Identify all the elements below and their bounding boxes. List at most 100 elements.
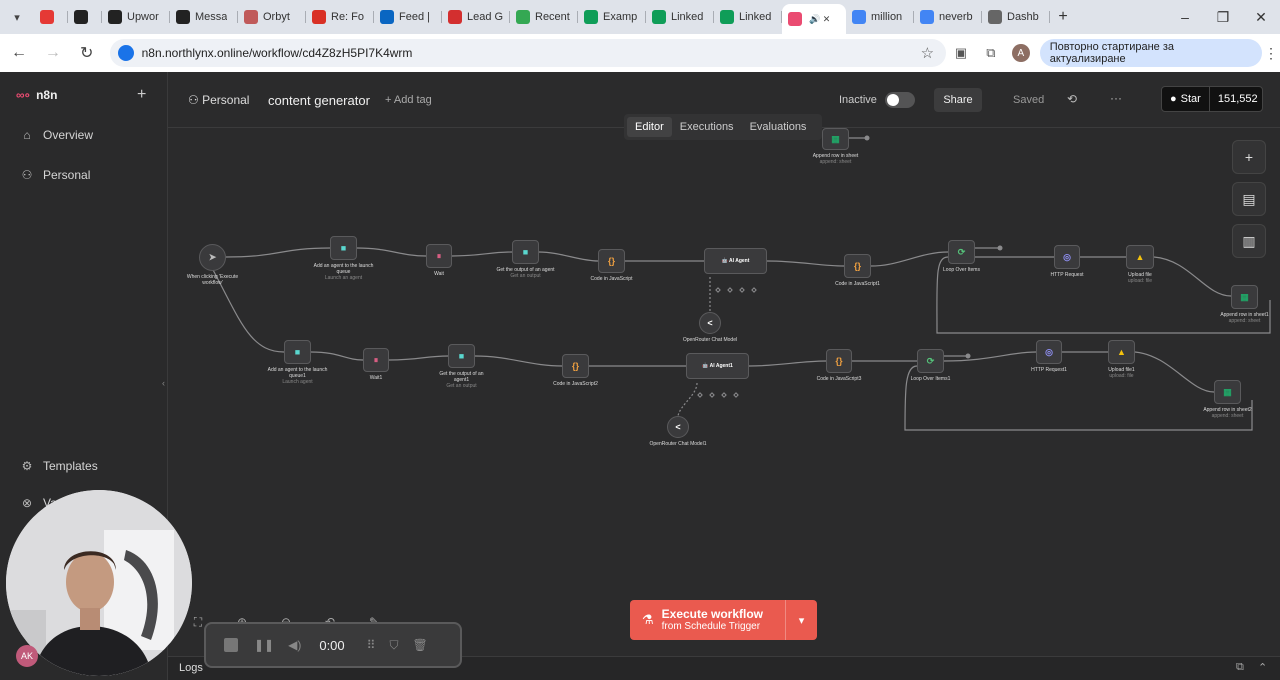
- node-code-a2[interactable]: {}: [844, 254, 871, 278]
- screen-recorder-bar: ❚❚ ◀) 0:00 ⠿ ⛉ 🗑: [204, 622, 462, 668]
- node-label: Append row in sheet2 append: sheet: [1198, 407, 1258, 419]
- node-code-a[interactable]: {}: [598, 249, 625, 273]
- node-label: Wait1: [346, 375, 406, 381]
- node-get-b[interactable]: ■: [448, 344, 475, 368]
- node-label: Get the output of an agent1 Get an output: [432, 371, 492, 389]
- node-trigger[interactable]: ➤: [199, 244, 226, 271]
- add-node-plus-icon[interactable]: +: [1232, 140, 1266, 174]
- node-code-b2[interactable]: {}: [826, 349, 852, 373]
- connection: [677, 382, 698, 417]
- expand-icon[interactable]: ⌃: [1258, 661, 1267, 674]
- node-label: Code in JavaScript2: [546, 381, 606, 387]
- panel-toggle-icon[interactable]: ▥: [1232, 224, 1266, 258]
- node-append-a[interactable]: ▦: [1231, 285, 1258, 309]
- node-subtitle: Get an output: [446, 383, 477, 389]
- node-upload-a[interactable]: ▲: [1126, 245, 1154, 269]
- node-title: OpenRouter Chat Model1: [649, 441, 707, 447]
- node-subtitle: append: sheet: [1228, 318, 1261, 324]
- node-ai-b[interactable]: 🤖 AI Agent1: [686, 353, 749, 379]
- agent-icon: ■: [340, 243, 347, 253]
- sheets-icon: ▦: [1240, 291, 1249, 302]
- node-code-b[interactable]: {}: [562, 354, 589, 378]
- node-loop-a[interactable]: ⟳: [948, 240, 975, 264]
- node-subtitle: Get an output: [510, 273, 541, 279]
- logs-label: Logs: [179, 662, 203, 674]
- node-loop-b[interactable]: ⟳: [917, 349, 944, 373]
- pause-icon[interactable]: ❚❚: [254, 638, 274, 652]
- node-title: HTTP Request: [1050, 272, 1084, 278]
- stop-recording-icon[interactable]: [224, 638, 238, 652]
- ai-agent-icon: 🤖 AI Agent1: [702, 363, 733, 369]
- connection: [766, 260, 845, 267]
- node-subtitle: append: sheet: [1211, 413, 1244, 419]
- pause-icon: ⏸: [436, 250, 442, 261]
- node-title: OpenRouter Chat Model: [682, 337, 738, 343]
- node-wait-a[interactable]: ⏸: [426, 244, 452, 268]
- node-title: HTTP Request1: [1031, 367, 1067, 373]
- node-label: Append row in sheet append: sheet: [806, 153, 866, 165]
- drag-handle-icon[interactable]: ⠿: [367, 638, 376, 652]
- node-title: Loop Over Items: [943, 267, 980, 273]
- node-title: Loop Over Items1: [910, 376, 951, 382]
- execute-workflow-button[interactable]: ⚗ Execute workflow from Schedule Trigger…: [630, 600, 817, 640]
- node-label: Add an agent to the launch queue1 Launch …: [268, 367, 328, 385]
- openrouter-icon: <: [675, 422, 681, 432]
- node-label: Upload file upload: file: [1110, 272, 1170, 284]
- node-title: Code in JavaScript2: [553, 381, 598, 387]
- node-subtitle: append: sheet: [819, 159, 852, 165]
- node-title: Wait: [434, 271, 444, 277]
- execute-sublabel: from Schedule Trigger: [661, 620, 761, 632]
- execute-label: Execute workflow: [661, 606, 764, 621]
- google-drive-icon: ▲: [1135, 252, 1145, 262]
- loop-icon: ⟳: [957, 246, 966, 257]
- flask-icon: ⚗: [642, 612, 654, 627]
- connection: [474, 355, 563, 367]
- connection: [388, 355, 449, 361]
- node-label: When clicking 'Execute workflow': [183, 274, 243, 286]
- openrouter-icon: <: [707, 318, 713, 328]
- node-http-a[interactable]: ◎: [1054, 245, 1080, 269]
- user-avatar[interactable]: AK: [16, 645, 38, 667]
- popout-icon[interactable]: ⧉: [1236, 661, 1244, 674]
- node-ai-a[interactable]: 🤖 AI Agent: [704, 248, 767, 274]
- recording-timer: 0:00: [319, 637, 345, 653]
- code-icon: {}: [571, 361, 579, 371]
- connection: [451, 251, 513, 257]
- node-label: Wait: [409, 271, 469, 277]
- connection: [225, 247, 331, 258]
- node-label: Code in JavaScript3: [809, 376, 869, 382]
- connection: [870, 251, 949, 267]
- node-model-b[interactable]: <: [667, 416, 689, 438]
- chevron-down-icon[interactable]: ▾: [785, 600, 817, 640]
- node-label: Loop Over Items1: [901, 376, 961, 382]
- node-label: Loop Over Items: [932, 267, 992, 273]
- trash-icon[interactable]: 🗑: [412, 638, 427, 652]
- code-icon: {}: [835, 356, 843, 366]
- node-append-b[interactable]: ▦: [1214, 380, 1241, 404]
- node-upload-b[interactable]: ▲: [1108, 340, 1135, 364]
- node-title: Wait1: [369, 375, 383, 381]
- node-label: OpenRouter Chat Model: [680, 337, 740, 343]
- node-label: OpenRouter Chat Model1: [648, 441, 708, 447]
- node-agent-a[interactable]: ■: [330, 236, 357, 260]
- audio-icon[interactable]: ◀): [288, 638, 301, 652]
- globe-icon: ◎: [1045, 346, 1053, 357]
- globe-icon: ◎: [1063, 251, 1071, 262]
- workflow-connections: [211, 135, 1271, 431]
- node-get-a[interactable]: ■: [512, 240, 539, 264]
- node-http-b[interactable]: ◎: [1036, 340, 1062, 364]
- node-agent-b[interactable]: ■: [284, 340, 311, 364]
- shield-icon[interactable]: ⛉: [389, 638, 398, 653]
- node-title: Code in JavaScript: [590, 276, 633, 282]
- node-model-a[interactable]: <: [699, 312, 721, 334]
- node-title: Add an agent to the launch queue1: [267, 367, 328, 379]
- loop-icon: ⟳: [926, 355, 935, 366]
- node-append-top[interactable]: ▦: [822, 128, 849, 150]
- node-wait-b[interactable]: ⏸: [363, 348, 389, 372]
- sticky-note-icon[interactable]: ▤: [1232, 182, 1266, 216]
- node-title: Code in JavaScript1: [835, 281, 880, 287]
- sheets-icon: ▦: [1223, 386, 1232, 397]
- node-title: Add an agent to the launch queue: [313, 263, 374, 275]
- connection: [310, 351, 364, 361]
- node-label: Code in JavaScript: [582, 276, 642, 282]
